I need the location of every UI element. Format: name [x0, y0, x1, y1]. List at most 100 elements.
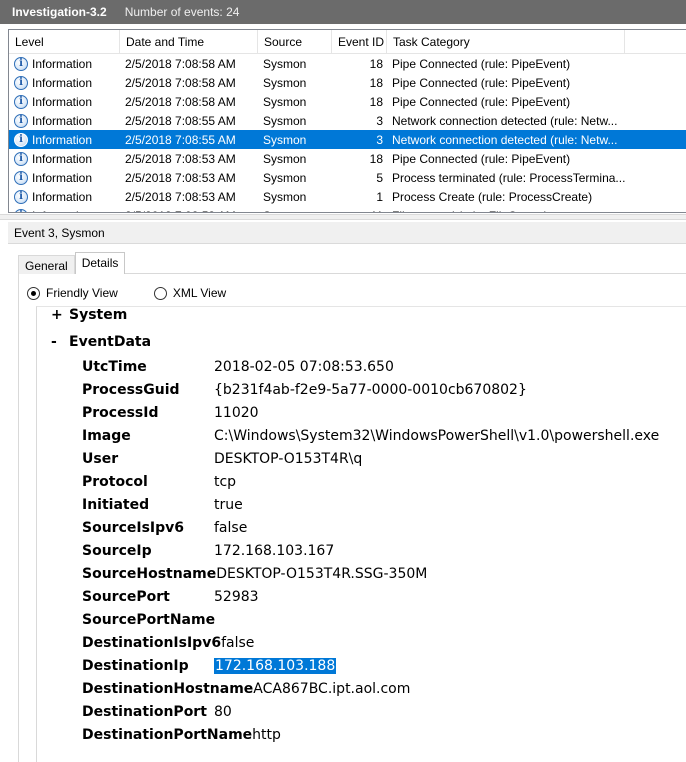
field-key: DestinationIsIpv6 — [82, 635, 222, 651]
field-key: SourcePortName — [82, 612, 216, 628]
event-id-cell: 3 — [376, 132, 383, 147]
view-mode-options: Friendly View XML View — [27, 286, 262, 300]
field-value: {b231f4ab-f2e9-5a77-0000-0010cb670802} — [214, 380, 527, 401]
field-value-text[interactable]: 80 — [214, 704, 232, 720]
event-field-row: Protocol tcp — [82, 472, 236, 493]
event-id-cell: 18 — [369, 94, 383, 109]
event-field-row: SourceHostnameDESKTOP-O153T4R.SSG-350M — [82, 564, 427, 585]
event-field-row: DestinationPort 80 — [82, 702, 232, 723]
task-category-cell: Process terminated (rule: ProcessTermina… — [392, 170, 625, 185]
table-row[interactable]: i Information 2/5/2018 7:08:58 AM Sysmon 18 P… — [9, 73, 686, 92]
event-id-cell: 18 — [369, 75, 383, 90]
event-count-label: Number of events: 24 — [124, 5, 240, 19]
source-cell: Sysmon — [263, 75, 307, 90]
task-category-cell: Pipe Connected (rule: PipeEvent) — [392, 94, 571, 109]
field-value-text[interactable]: 11020 — [214, 405, 259, 421]
field-value: DESKTOP-O153T4R.SSG-350M — [216, 566, 427, 582]
pane-splitter[interactable] — [0, 214, 686, 220]
field-key: DestinationIp — [82, 658, 189, 674]
column-header-date[interactable]: Date and Time — [120, 30, 258, 53]
date-cell: 2/5/2018 7:08:58 AM — [125, 94, 236, 109]
column-header-task-category[interactable]: Task Category — [387, 30, 625, 53]
friendly-view-radio[interactable]: Friendly View — [27, 286, 118, 300]
event-field-row: ProcessGuid {b231f4ab-f2e9-5a77-0000-0010… — [82, 380, 527, 401]
table-row[interactable]: i Information 2/5/2018 7:08:58 AM Sysmon 18 P… — [9, 54, 686, 73]
field-key: Image — [82, 428, 131, 444]
source-cell: Sysmon — [263, 56, 307, 71]
source-cell: Sysmon — [263, 94, 307, 109]
event-id-cell: 18 — [369, 56, 383, 71]
events-list-header: Level Date and Time Source Event ID Task… — [9, 30, 686, 54]
table-row[interactable]: i Information 2/5/2018 7:08:53 AM Sysmon 5 Pr… — [9, 168, 686, 187]
event-field-row: Image C:\Windows\System32\WindowsPowerShe… — [82, 426, 659, 447]
window-title: Investigation-3.2 — [12, 5, 107, 19]
date-cell: 2/5/2018 7:08:58 AM — [125, 75, 236, 90]
table-row[interactable]: i Information 2/5/2018 7:08:55 AM Sysmon 3 Ne… — [9, 130, 686, 149]
field-key: DestinationPort — [82, 704, 207, 720]
field-value-text[interactable]: false — [221, 635, 254, 651]
table-row[interactable]: i Information 2/5/2018 7:08:53 AM Sysmon 18 P… — [9, 149, 686, 168]
field-value-text[interactable]: {b231f4ab-f2e9-5a77-0000-0010cb670802} — [214, 382, 527, 398]
date-cell: 2/5/2018 7:08:53 AM — [125, 170, 236, 185]
tree-node-system[interactable]: + System — [51, 307, 127, 323]
information-icon: i — [14, 132, 28, 147]
field-value-text[interactable]: DESKTOP-O153T4R\q — [214, 451, 362, 467]
field-key: ProcessId — [82, 405, 159, 421]
level-cell: i Information — [9, 56, 120, 71]
information-icon: i — [14, 208, 28, 212]
source-cell: Sysmon — [263, 170, 307, 185]
event-id-cell: 18 — [369, 151, 383, 166]
source-cell: Sysmon — [263, 132, 307, 147]
event-field-row: User DESKTOP-O153T4R\q — [82, 449, 362, 470]
events-list[interactable]: Level Date and Time Source Event ID Task… — [8, 29, 686, 213]
level-text: Information — [32, 56, 93, 71]
field-value: 172.168.103.188 — [214, 656, 337, 677]
information-icon: i — [14, 56, 28, 71]
event-field-row: SourcePortName — [82, 610, 215, 631]
collapse-minus-icon[interactable]: - — [51, 334, 69, 350]
tab-details[interactable]: Details — [74, 252, 126, 274]
information-icon: i — [14, 75, 28, 90]
field-value-text[interactable]: true — [214, 497, 243, 513]
expand-plus-icon[interactable]: + — [51, 307, 69, 323]
tree-node-eventdata[interactable]: - EventData — [51, 334, 151, 350]
field-value: 2018-02-05 07:08:53.650 — [214, 357, 394, 378]
level-cell: i Information — [9, 189, 120, 204]
field-value: http — [252, 727, 281, 743]
field-value-text[interactable]: false — [214, 520, 247, 536]
field-key: DestinationHostname — [82, 681, 254, 697]
tab-general[interactable]: General — [18, 255, 75, 274]
selected-text-highlight[interactable]: 172.168.103.188 — [214, 658, 337, 674]
field-value-text[interactable]: 52983 — [214, 589, 259, 605]
table-row[interactable]: i Information 2/5/2018 7:08:58 AM Sysmon 18 P… — [9, 92, 686, 111]
event-field-row: Initiated true — [82, 495, 243, 516]
date-cell: 2/5/2018 7:08:53 AM — [125, 151, 236, 166]
level-text: Information — [32, 151, 93, 166]
column-header-source[interactable]: Source — [258, 30, 332, 53]
level-text: Information — [32, 209, 92, 213]
table-row[interactable]: i Information 2/5/2018 7:08:53 AM Sysmon 1 Pr… — [9, 187, 686, 206]
xml-view-radio[interactable]: XML View — [153, 286, 226, 300]
field-key: User — [82, 451, 119, 467]
level-text: Information — [32, 189, 93, 204]
field-value-text[interactable]: tcp — [214, 474, 236, 490]
field-value-text[interactable]: C:\Windows\System32\WindowsPowerShell\v1… — [214, 428, 659, 444]
event-field-row: UtcTime 2018-02-05 07:08:53.650 — [82, 357, 394, 378]
event-data-viewer[interactable]: + System - EventData UtcTime 2018-02-05 07:… — [36, 306, 686, 762]
information-icon: i — [14, 94, 28, 109]
field-value-text[interactable]: DESKTOP-O153T4R.SSG-350M — [216, 566, 427, 582]
field-key: UtcTime — [82, 359, 147, 375]
field-value: 52983 — [214, 587, 259, 608]
column-header-event-id[interactable]: Event ID — [332, 30, 387, 53]
column-header-level[interactable]: Level — [9, 30, 120, 53]
radio-selected-icon — [27, 286, 40, 300]
field-key: SourceIsIpv6 — [82, 520, 185, 536]
field-value-text[interactable]: 172.168.103.167 — [214, 543, 334, 559]
table-row[interactable]: i Information 2/5/2018 7:08:53 AMSysmon11F… — [9, 206, 686, 213]
table-row[interactable]: i Information 2/5/2018 7:08:55 AM Sysmon 3 Ne… — [9, 111, 686, 130]
field-value-text[interactable]: 2018-02-05 07:08:53.650 — [214, 359, 394, 375]
field-value-text[interactable]: ACA867BC.ipt.aol.com — [253, 681, 410, 697]
detail-tabs: General Details — [18, 252, 126, 274]
field-value-text[interactable]: http — [252, 727, 281, 743]
event-id-cell: 11 — [332, 209, 387, 213]
